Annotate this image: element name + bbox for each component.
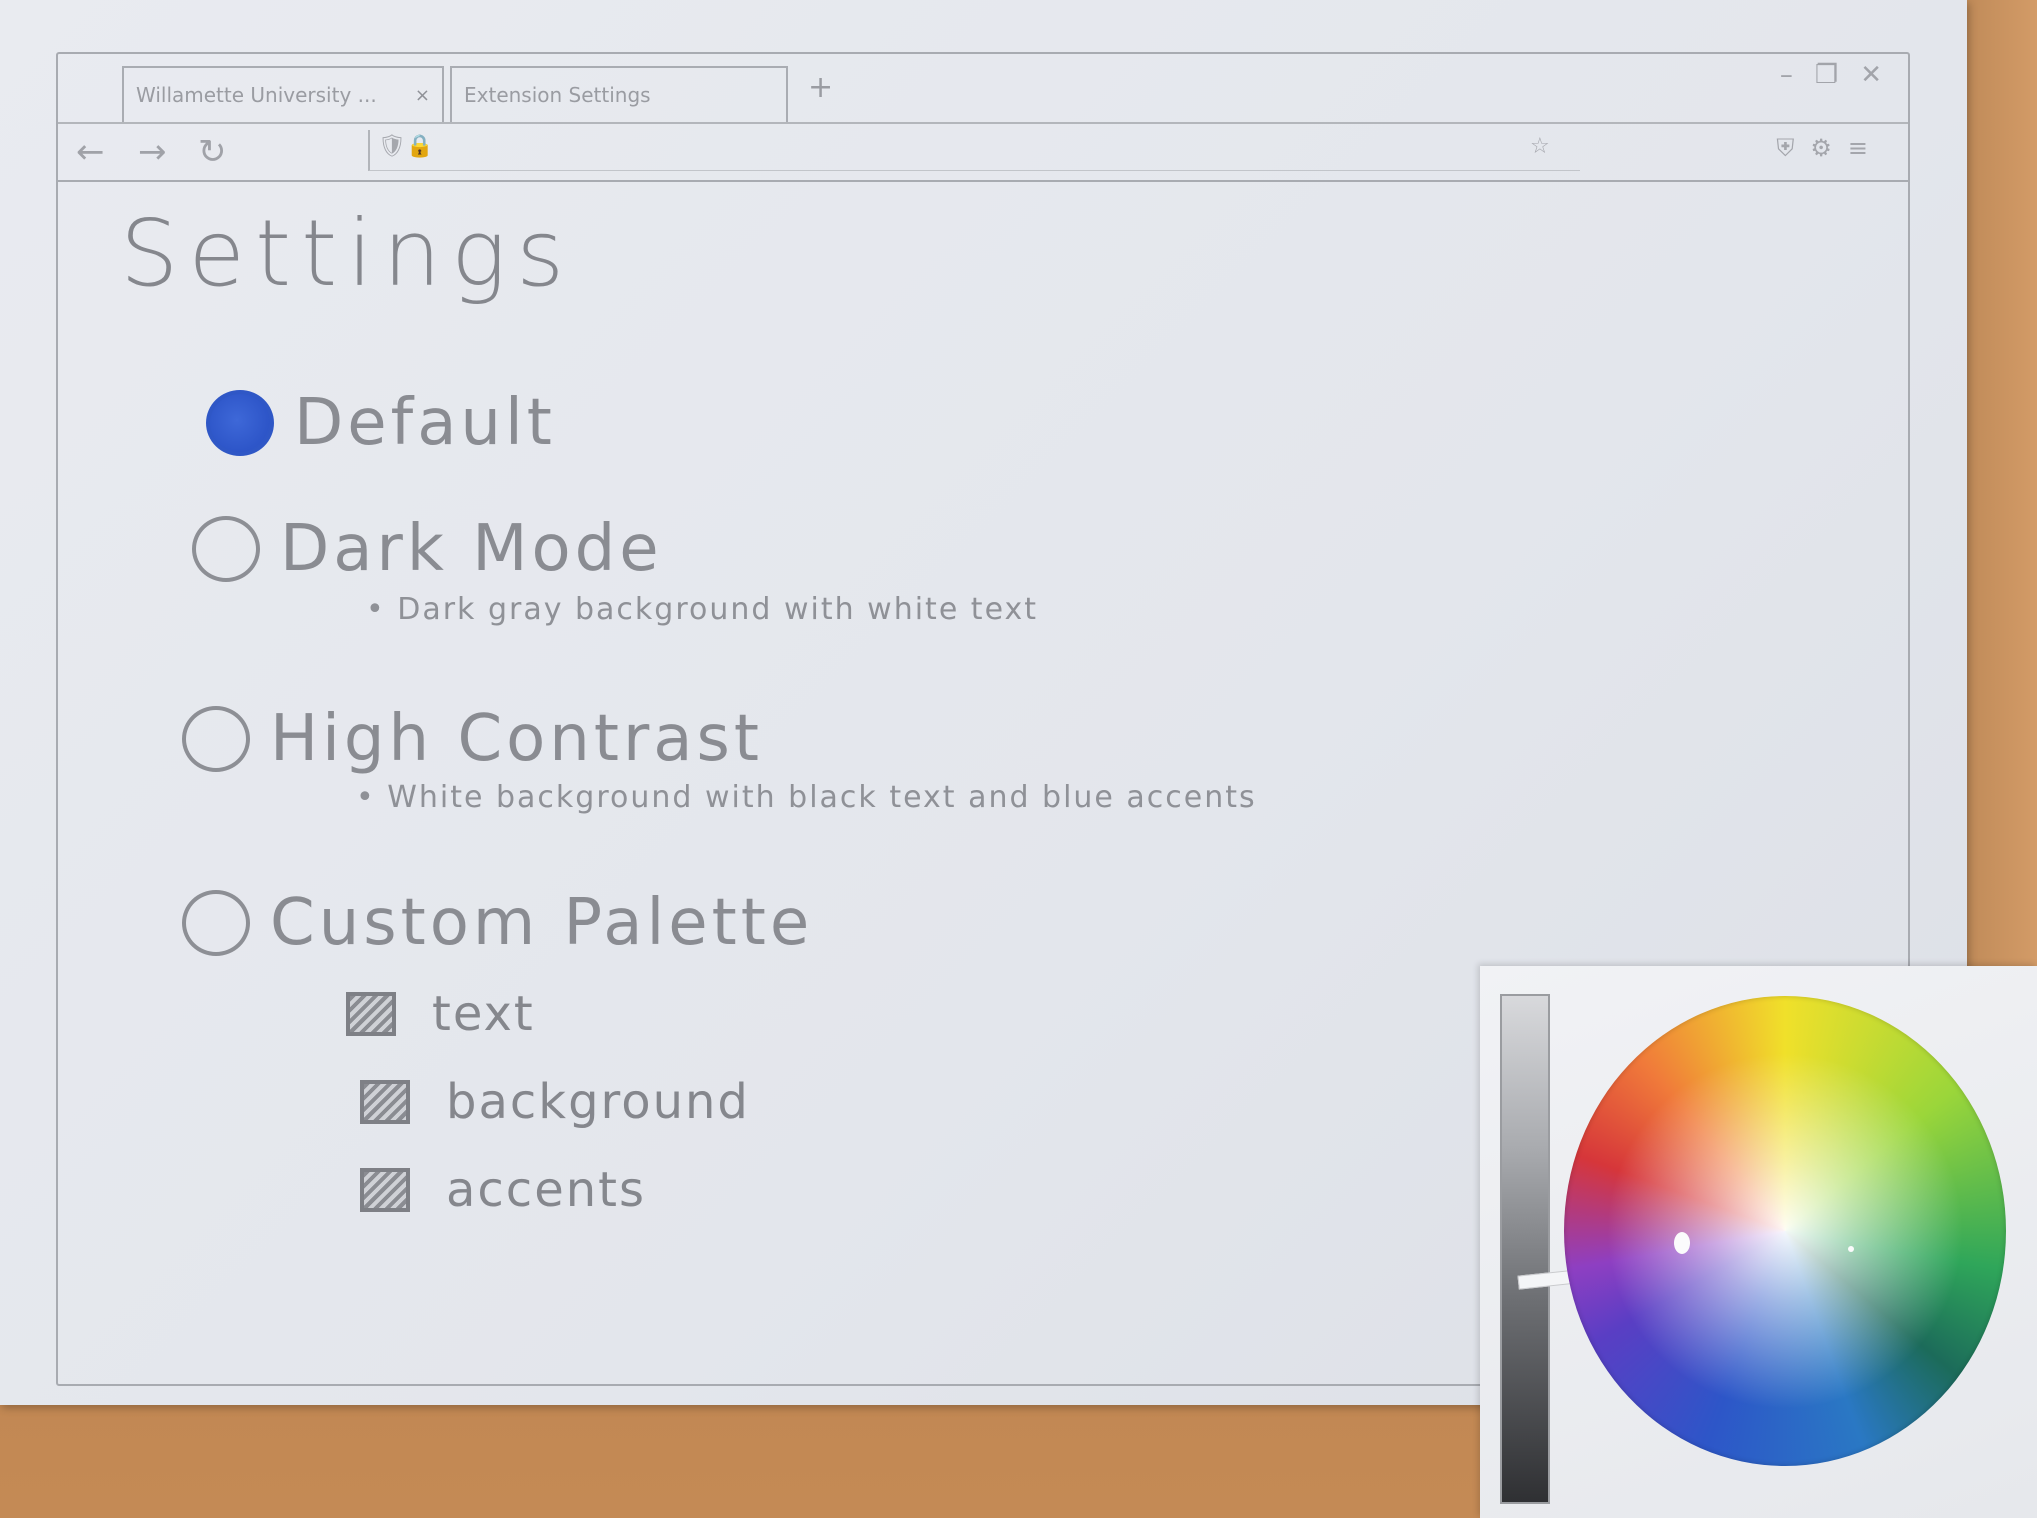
close-tab-icon[interactable]: × [415,85,430,106]
option-high-contrast[interactable]: High Contrast [182,702,763,776]
text-color-swatch[interactable] [346,992,396,1036]
back-arrow-icon[interactable]: ← [76,132,105,172]
option-label: Custom Palette [270,886,814,960]
palette-item-label: background [446,1074,750,1130]
page-title: Settings [120,200,575,307]
lock-icon: 🔒 [406,134,434,159]
option-description: • Dark gray background with white text [366,592,1039,627]
extensions-icon[interactable]: ⚙ [1810,134,1832,162]
radio-custom-palette[interactable] [182,890,250,956]
option-label: High Contrast [270,702,763,776]
shield-extension-icon[interactable]: ⛨ [1776,134,1794,162]
tab-willamette[interactable]: Willamette University ... × [122,66,444,122]
color-wheel-selector[interactable] [1674,1232,1690,1254]
option-dark-mode[interactable]: Dark Mode [192,512,663,586]
tab-label: Extension Settings [464,83,651,107]
palette-item-background[interactable]: background [360,1074,750,1130]
color-wheel-center-mark [1848,1246,1854,1252]
radio-dark-mode[interactable] [192,516,260,582]
window-controls: – ❐ ✕ [1780,60,1882,90]
palette-item-label: accents [446,1162,646,1218]
new-tab-button[interactable]: + [808,70,833,105]
palette-item-text[interactable]: text [346,986,535,1042]
option-label: Dark Mode [280,512,663,586]
palette-item-label: text [432,986,535,1042]
option-label: Default [294,386,556,460]
option-custom-palette[interactable]: Custom Palette [182,886,813,960]
close-window-icon[interactable]: ✕ [1860,60,1882,90]
tab-label: Willamette University ... [136,83,377,107]
brightness-slider[interactable] [1500,994,1550,1504]
accents-color-swatch[interactable] [360,1168,410,1212]
star-icon[interactable]: ☆ [1530,134,1550,159]
option-default[interactable]: Default [206,386,556,460]
menu-icon[interactable]: ≡ [1848,134,1868,162]
minimize-icon[interactable]: – [1780,60,1793,90]
palette-item-accents[interactable]: accents [360,1162,646,1218]
option-description: • White background with black text and b… [356,780,1257,815]
shield-icon: 🛡 [378,134,406,159]
radio-high-contrast[interactable] [182,706,250,772]
radio-default[interactable] [206,390,274,456]
tab-strip: Willamette University ... × Extension Se… [58,54,1908,124]
reload-icon[interactable]: ↻ [198,132,227,172]
restore-icon[interactable]: ❐ [1815,60,1838,90]
background-color-swatch[interactable] [360,1080,410,1124]
navigation-bar: ← → ↻ 🛡 🔒 ☆ ⛨ ⚙ ≡ [58,124,1908,182]
toolbar-icons: ⛨ ⚙ ≡ [1776,134,1868,162]
address-bar[interactable]: 🛡 🔒 ☆ [368,130,1580,171]
forward-arrow-icon[interactable]: → [138,132,167,172]
color-wheel[interactable] [1564,996,2006,1466]
color-picker-card [1480,966,2037,1518]
tab-extension-settings[interactable]: Extension Settings [450,66,788,122]
